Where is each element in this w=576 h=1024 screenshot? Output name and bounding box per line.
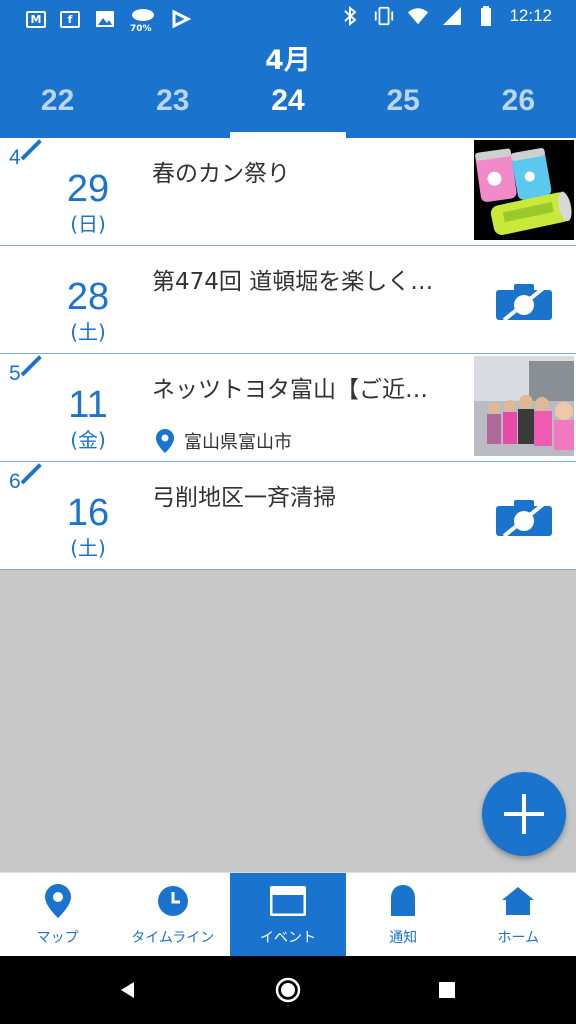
event-title: ネッツトヨタ富山【ご近… — [152, 377, 428, 403]
event-weekday: (土) — [70, 320, 106, 344]
event-row[interactable]: 28 (土) 第474回 道頓堀を楽しく… — [0, 246, 576, 354]
date-tab[interactable]: 25 — [346, 78, 461, 138]
event-list: 4 29 (日) 春のカン祭り 28 (土) 第474回 道頓堀を楽しく… 5 — [0, 138, 576, 570]
weather-temp: 70% — [130, 24, 152, 34]
no-photo-icon — [496, 284, 552, 322]
date-tab[interactable]: 23 — [115, 78, 230, 138]
nav-item-home[interactable]: ホーム — [461, 873, 576, 957]
clock-time: 12:12 — [509, 6, 552, 25]
weather-icon: 70% — [130, 6, 156, 34]
home-icon — [500, 883, 536, 919]
bell-icon — [385, 883, 421, 919]
photos-icon — [94, 9, 116, 29]
date-slash — [20, 463, 42, 485]
date-tab-active[interactable]: 24 — [230, 78, 346, 138]
add-event-button[interactable] — [482, 772, 566, 856]
gmail-icon: M — [26, 10, 46, 28]
bluetooth-icon — [339, 6, 361, 26]
nav-label: 通知 — [389, 930, 418, 946]
wifi-icon — [407, 6, 429, 26]
app-header: M f 70% 12:12 4月 22 23 24 25 26 — [0, 0, 576, 138]
date-tabs: 22 23 24 25 26 — [0, 78, 576, 138]
facebook-icon: f — [60, 10, 80, 28]
event-month: 5 — [9, 362, 21, 385]
event-thumbnail-cans — [474, 140, 574, 240]
vibrate-icon — [373, 6, 395, 26]
map-pin-icon — [40, 883, 76, 919]
back-icon[interactable] — [118, 980, 138, 1000]
recents-icon[interactable] — [438, 981, 456, 999]
nav-item-map[interactable]: マップ — [0, 873, 115, 957]
status-bar: M f 70% 12:12 — [0, 0, 576, 36]
event-location: 富山県富山市 — [156, 428, 292, 454]
nav-label: イベント — [259, 930, 316, 946]
event-title: 春のカン祭り — [152, 161, 290, 187]
event-card-icon — [269, 883, 306, 919]
no-photo-icon — [496, 500, 552, 538]
plus-icon — [504, 794, 544, 834]
event-row[interactable]: 4 29 (日) 春のカン祭り — [0, 138, 576, 246]
month-label: 4月 — [265, 45, 311, 76]
event-month: 6 — [9, 470, 21, 493]
event-location-text: 富山県富山市 — [184, 432, 292, 453]
clock-icon — [155, 883, 191, 919]
location-pin-icon — [156, 429, 174, 453]
nav-label: タイムライン — [131, 930, 215, 946]
signal-icon — [441, 6, 463, 26]
nav-item-notification[interactable]: 通知 — [346, 873, 461, 957]
event-row[interactable]: 5 11 (金) ネッツトヨタ富山【ご近… 富山県富山市 — [0, 354, 576, 462]
system-nav-bar — [0, 956, 576, 1024]
event-title: 第474回 道頓堀を楽しく… — [152, 269, 434, 295]
date-tab[interactable]: 26 — [461, 78, 576, 138]
nav-item-event[interactable]: イベント — [230, 873, 346, 957]
nav-label: マップ — [36, 930, 79, 946]
event-day: 11 — [68, 384, 108, 426]
battery-icon — [475, 6, 497, 26]
bottom-nav: マップ タイムライン イベント 通知 ホーム — [0, 872, 576, 957]
event-row[interactable]: 6 16 (土) 弓削地区一斉清掃 — [0, 462, 576, 570]
event-weekday: (土) — [70, 536, 106, 560]
event-title: 弓削地区一斉清掃 — [152, 485, 336, 511]
event-thumbnail-people — [474, 356, 574, 456]
check-app-icon — [170, 9, 192, 29]
date-tab[interactable]: 22 — [0, 78, 115, 138]
event-day: 28 — [66, 276, 110, 318]
event-weekday: (金) — [70, 428, 106, 452]
nav-label: ホーム — [497, 930, 540, 946]
date-slash — [20, 139, 42, 161]
home-circle-icon[interactable] — [275, 977, 301, 1003]
date-slash — [20, 355, 42, 377]
event-day: 29 — [66, 168, 110, 210]
event-day: 16 — [66, 492, 110, 534]
event-month: 4 — [9, 146, 21, 169]
event-weekday: (日) — [70, 212, 106, 236]
nav-item-timeline[interactable]: タイムライン — [115, 873, 230, 957]
